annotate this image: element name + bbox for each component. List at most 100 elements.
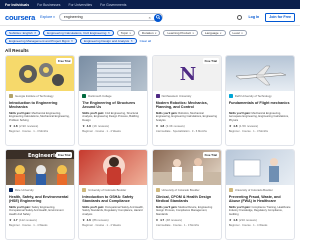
filter-language[interactable]: Language ▾ xyxy=(200,29,226,36)
explore-label: Explore xyxy=(40,15,53,19)
clear-all-link[interactable]: Clear all xyxy=(140,39,151,43)
provider: University of Colorado Boulder xyxy=(82,187,144,193)
course-skills: Skills you'll gain: Mechanical Engineeri… xyxy=(9,112,71,123)
login-link[interactable]: Log In xyxy=(248,15,259,19)
course-thumbnail[interactable]: N Free Trial xyxy=(152,56,221,91)
search-button[interactable] xyxy=(153,13,162,22)
rating-value: 4.8 xyxy=(233,124,238,128)
review-count: (86 reviews) xyxy=(92,218,109,222)
course-title[interactable]: Introduction to OSHA: Safety Standards a… xyxy=(82,195,144,205)
join-button[interactable]: Join for Free xyxy=(265,12,295,22)
filter-duration[interactable]: Duration ▾ xyxy=(137,29,161,36)
close-icon[interactable]: × xyxy=(71,39,73,43)
provider-logo xyxy=(9,188,13,192)
provider-name: University of Colorado Boulder xyxy=(161,188,200,192)
course-card[interactable]: Delft University of Technology Fundamenta… xyxy=(224,55,295,146)
close-icon[interactable]: × xyxy=(34,31,36,35)
filter-chip-engineering-management[interactable]: Engineering Management and Project Mgmt × xyxy=(5,38,77,44)
search-input[interactable] xyxy=(63,15,144,19)
course-thumbnail[interactable]: Engineering Free Trial xyxy=(6,150,74,185)
nav-businesses[interactable]: For Businesses xyxy=(37,3,60,7)
results-heading: All Results xyxy=(5,48,29,53)
review-count: (2.9K reviews) xyxy=(19,124,39,128)
provider-logo xyxy=(228,188,233,192)
chevron-down-icon: ▾ xyxy=(129,31,131,35)
search-icon xyxy=(155,15,160,20)
course-meta: Beginner · Course · 1 - 4 Weeks xyxy=(82,129,121,133)
course-card[interactable]: Engineering Free Trial Rice University Heal… xyxy=(5,149,75,240)
audience-nav: For Individuals For Businesses For Unive… xyxy=(0,0,300,9)
course-rating: ★ 4.8 (210 reviews) xyxy=(229,218,291,222)
star-icon: ★ xyxy=(228,124,232,128)
chip-label: Topic xyxy=(120,30,129,35)
course-thumbnail[interactable] xyxy=(79,150,148,185)
coursera-logo[interactable]: coursera xyxy=(5,13,35,22)
nav-governments[interactable]: For Governments xyxy=(100,3,126,7)
gears-icon xyxy=(6,63,74,91)
course-thumbnail[interactable] xyxy=(79,56,148,91)
chevron-down-icon: ▾ xyxy=(155,31,157,35)
course-meta: Intermediate · Specialization · 3 - 6 Mo… xyxy=(155,129,207,133)
course-title[interactable]: Fundamentals of Flight mechanics xyxy=(229,101,291,111)
course-card[interactable]: N Free Trial Northwestern University Modern… xyxy=(151,55,222,146)
course-meta: Intermediate · Course · 1 - 3 Months xyxy=(155,223,199,227)
close-icon[interactable]: × xyxy=(108,31,110,35)
provider-name: Rice University xyxy=(15,188,34,192)
course-card[interactable]: University of Colorado Boulder Introducti… xyxy=(78,149,149,240)
rating-value: 4.7 xyxy=(159,218,165,222)
course-title[interactable]: Modern Robotics: Mechanics, Planning, an… xyxy=(156,101,218,111)
course-title[interactable]: Preventing Fraud, Waste, and Abuse (FWA)… xyxy=(229,195,291,205)
course-skills: Skills you'll gain: Occupational Safety … xyxy=(82,206,144,217)
filter-topic[interactable]: Topic ▾ xyxy=(116,29,135,36)
course-title[interactable]: Health, Safety, and Environmental (HSE) … xyxy=(9,195,71,205)
course-skills: Skills you'll gain: Safety Engineering, … xyxy=(9,206,71,217)
explore-menu[interactable]: Explore ▾ xyxy=(40,15,55,19)
nav-universities[interactable]: For Universities xyxy=(69,3,93,7)
course-thumbnail[interactable] xyxy=(225,56,294,91)
star-icon: ★ xyxy=(155,124,159,128)
rating-value: 4.8 xyxy=(86,124,91,128)
nav-individuals[interactable]: For Individuals xyxy=(5,3,29,7)
course-card[interactable]: Free Trial University of Colorado Boulder… xyxy=(151,149,222,240)
globe-icon[interactable] xyxy=(237,14,243,20)
filter-chip-engineering-calculations[interactable]: Engineering Calculations, Civil Engineer… xyxy=(43,29,114,36)
provider-logo xyxy=(155,94,160,98)
course-meta: Beginner · Course · 1 - 4 Weeks xyxy=(9,223,48,227)
close-icon[interactable]: × xyxy=(131,39,133,43)
star-icon: ★ xyxy=(9,124,12,128)
course-card[interactable]: Dartmouth College The Engineering of Stru… xyxy=(78,55,149,146)
site-header: coursera Explore ▾ × Log In Join for Fre… xyxy=(0,9,300,26)
chip-label: Engineering Design and Analysis xyxy=(83,39,130,43)
course-card[interactable]: University of Colorado Boulder Preventing… xyxy=(224,149,295,240)
robot-icon: N xyxy=(153,64,221,91)
course-meta: Beginner · Course · 1 - 3 Months xyxy=(228,129,269,133)
filter-level[interactable]: Level ▾ xyxy=(228,29,247,36)
star-icon: ★ xyxy=(9,218,12,222)
course-thumbnail[interactable]: Free Trial xyxy=(152,150,221,185)
chip-label: Duration xyxy=(141,30,154,35)
chip-label: Language xyxy=(204,30,219,35)
chevron-down-icon: ▾ xyxy=(192,31,194,35)
course-title[interactable]: Introduction to Engineering Mechanics xyxy=(9,101,71,111)
course-title[interactable]: The Engineering of Structures Around Us xyxy=(82,101,144,111)
course-title[interactable]: Clinical, CPOM & Health Design Medical S… xyxy=(156,195,218,205)
filter-learning-product[interactable]: Learning Product ▾ xyxy=(163,29,198,36)
filter-bar: Subtitles: English × Engineering Calculat… xyxy=(0,26,300,36)
course-thumbnail[interactable] xyxy=(225,150,294,185)
course-card[interactable]: Free Trial Georgia Institute of Technolog… xyxy=(5,55,75,146)
course-rating: ★ 4.7 (112 reviews) xyxy=(9,218,71,222)
clear-search-icon[interactable]: × xyxy=(148,15,150,20)
filter-chip-subtitles[interactable]: Subtitles: English × xyxy=(5,29,41,36)
course-thumbnail[interactable]: Free Trial xyxy=(6,56,74,91)
course-meta: Beginner · Course · 1 - 4 Weeks xyxy=(228,223,268,227)
rating-value: 4.8 xyxy=(233,218,238,222)
airplane-icon xyxy=(226,65,294,91)
course-rating: ★ 4.8 (1.5K reviews) xyxy=(229,124,291,128)
review-count: (210 reviews) xyxy=(238,218,257,222)
chip-label: Level xyxy=(232,30,240,35)
filter-chip-engineering-design[interactable]: Engineering Design and Analysis × xyxy=(79,38,137,44)
course-rating: ★ 4.8 (1K reviews) xyxy=(82,124,144,128)
provider: Dartmouth College xyxy=(82,93,144,99)
free-trial-badge: Free Trial xyxy=(202,152,219,158)
course-rating: ★ 4.7 (48 reviews) xyxy=(156,218,218,222)
